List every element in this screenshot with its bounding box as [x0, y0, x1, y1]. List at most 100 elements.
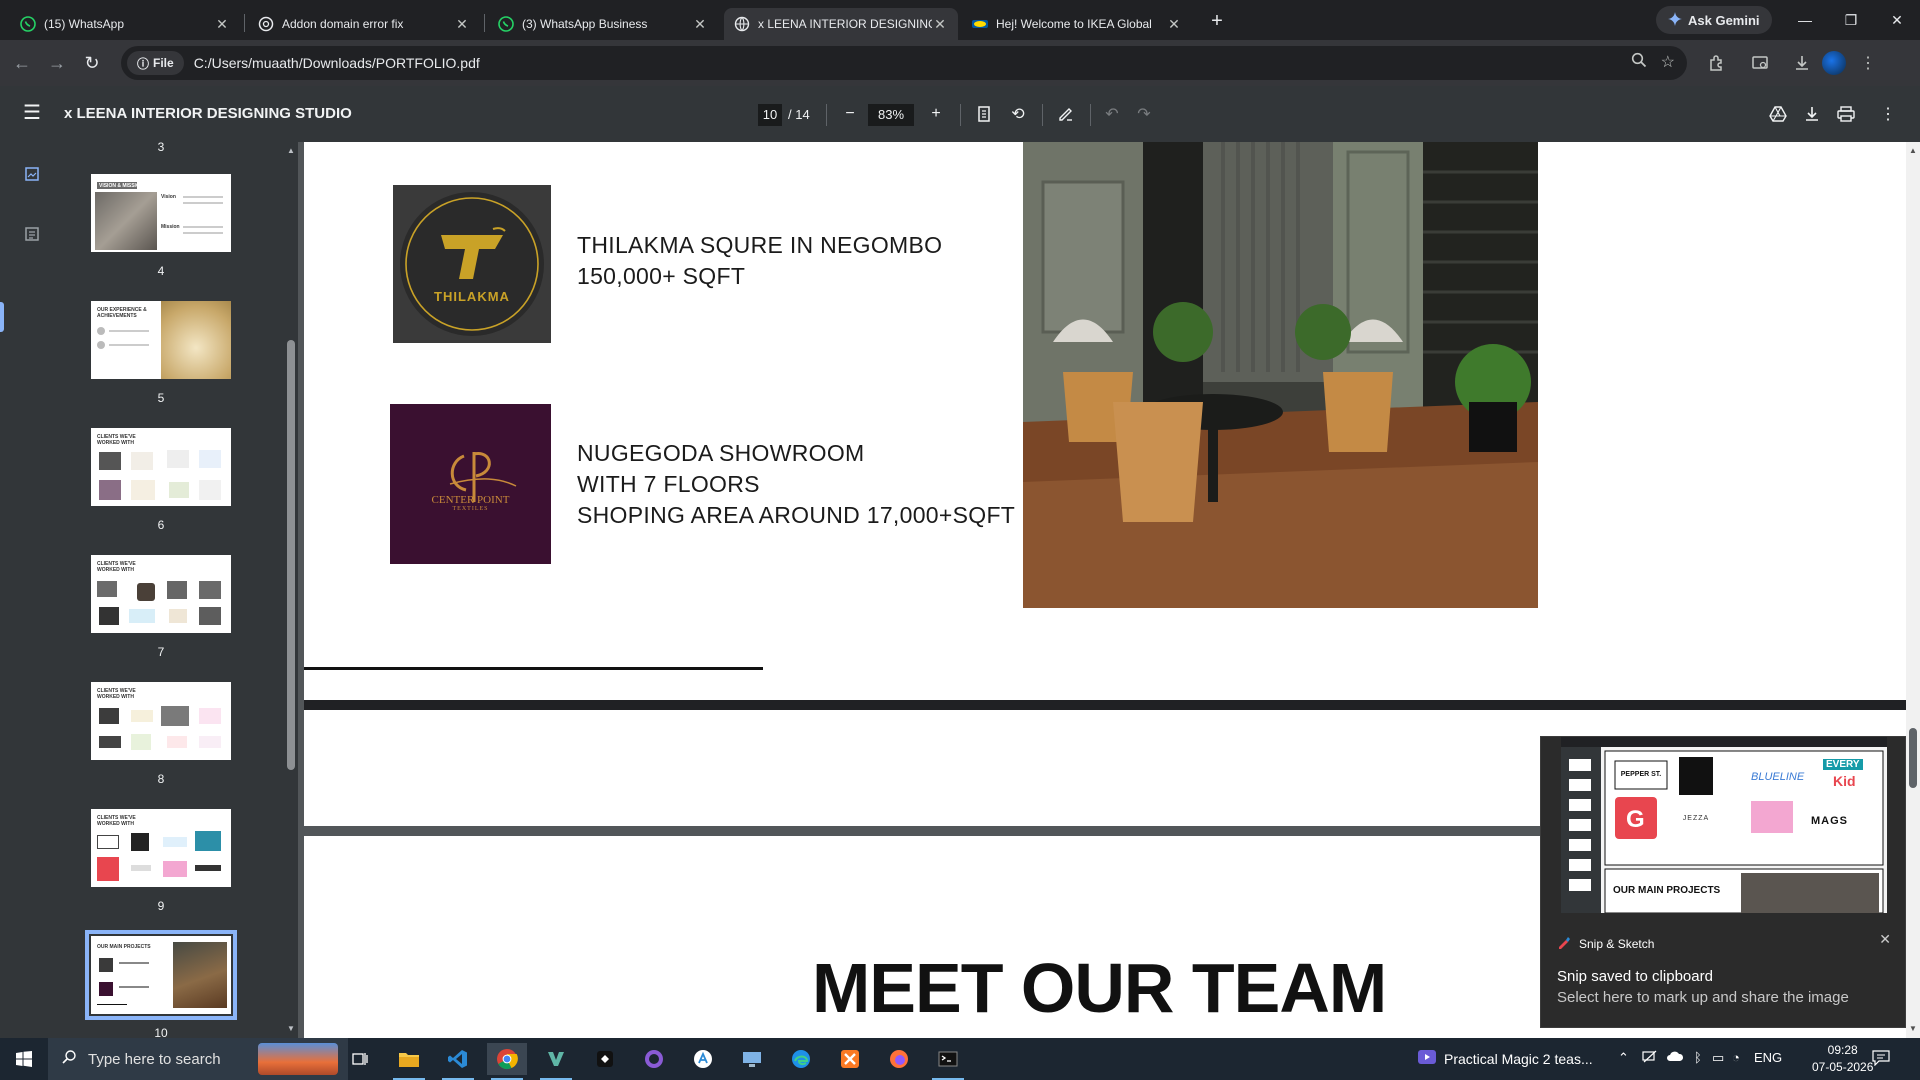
xampp-icon[interactable]: [830, 1043, 870, 1075]
tab-addon-domain[interactable]: Addon domain error fix ✕: [248, 8, 480, 40]
remote-desktop-icon[interactable]: [732, 1043, 772, 1075]
outline-view-icon[interactable]: [20, 222, 44, 246]
terminal-icon[interactable]: [928, 1043, 968, 1080]
app-store-icon[interactable]: [683, 1043, 723, 1075]
snip-sketch-notification[interactable]: G PEPPER ST. BLUELINE EVERY Kid JEZZA MA…: [1540, 736, 1906, 1028]
language-indicator[interactable]: ENG: [1754, 1050, 1782, 1065]
scroll-up-arrow[interactable]: ▲: [1908, 146, 1918, 156]
downloads-icon[interactable]: [1790, 51, 1814, 75]
redo-icon[interactable]: ↷: [1132, 102, 1156, 126]
tab-whatsapp[interactable]: (15) WhatsApp ✕: [10, 8, 240, 40]
center-point-logo: CENTER POINT TEXTILES: [390, 404, 551, 564]
thumbnail-scrollbar[interactable]: ▲ ▼: [284, 142, 298, 1038]
chrome-menu-icon[interactable]: ⋮: [1856, 51, 1880, 75]
scroll-down-arrow[interactable]: ▼: [286, 1024, 296, 1034]
fit-page-icon[interactable]: [972, 102, 996, 126]
github-desktop-icon[interactable]: [634, 1043, 674, 1075]
preview-banner-text: OUR MAIN PROJECTS: [1613, 885, 1721, 896]
zoom-out-icon[interactable]: −: [838, 102, 862, 126]
close-tab-icon[interactable]: ✕: [1166, 16, 1182, 33]
pdf-toolbar: ☰ x LEENA INTERIOR DESIGNING STUDIO 10 /…: [0, 86, 1920, 142]
address-bar[interactable]: ⓘ File C:/Users/muaath/Downloads/PORTFOL…: [121, 46, 1687, 80]
thumbnail-page-9[interactable]: CLIENTS WE'VE WORKED WITH: [91, 809, 231, 887]
action-center-icon[interactable]: [1872, 1050, 1890, 1069]
visual-studio-icon[interactable]: [536, 1043, 576, 1080]
new-tab-button[interactable]: +: [1205, 10, 1229, 34]
project-1-line: 150,000+ SQFT: [577, 263, 746, 289]
dark-app-icon[interactable]: [585, 1043, 625, 1075]
thumbnail-page-10[interactable]: OUR MAIN PROJECTS: [85, 930, 237, 1020]
minimize-button[interactable]: —: [1782, 6, 1828, 34]
search-highlight-image: [258, 1043, 338, 1075]
task-view-icon[interactable]: [340, 1043, 380, 1075]
battery-icon[interactable]: ▭: [1712, 1050, 1724, 1066]
start-windows-icon[interactable]: [0, 1038, 48, 1080]
media-title: Practical Magic 2 teas...: [1444, 1050, 1593, 1067]
print-icon[interactable]: [1834, 102, 1858, 126]
viewer-scrollbar-thumb[interactable]: [1909, 728, 1917, 788]
thumbnail-page-6[interactable]: CLIENTS WE'VE WORKED WITH: [91, 428, 231, 506]
scroll-up-arrow[interactable]: ▲: [286, 146, 296, 156]
site-info-chip[interactable]: ⓘ File: [127, 51, 184, 75]
zoom-level-input[interactable]: 83%: [868, 104, 914, 126]
file-explorer-icon[interactable]: [389, 1043, 429, 1080]
scroll-down-arrow[interactable]: ▼: [1908, 1024, 1918, 1034]
show-hidden-icons[interactable]: ⌃: [1618, 1050, 1629, 1066]
chrome-icon[interactable]: [487, 1043, 527, 1080]
zoom-icon[interactable]: [1631, 52, 1647, 73]
thumbnail-heading: OUR EXPERIENCE & ACHIEVEMENTS: [97, 307, 147, 319]
firefox-icon[interactable]: [879, 1043, 919, 1075]
thumbnail-page-number: 8: [157, 772, 165, 786]
tab-ikea[interactable]: Hej! Welcome to IKEA Global ✕: [962, 8, 1192, 40]
page-number-input[interactable]: 10: [758, 104, 782, 126]
tab-leena-portfolio[interactable]: x LEENA INTERIOR DESIGNING ✕: [724, 8, 958, 40]
extensions-icon[interactable]: [1705, 51, 1729, 75]
download-icon[interactable]: [1800, 102, 1824, 126]
rotate-icon[interactable]: ⟲: [1006, 102, 1030, 126]
pdf-more-menu-icon[interactable]: ⋮: [1876, 102, 1900, 126]
viewer-scrollbar[interactable]: ▲ ▼: [1906, 142, 1920, 1038]
thumbnail-page-number: 5: [157, 391, 165, 405]
close-tab-icon[interactable]: ✕: [214, 16, 230, 33]
thumbnail-page-8[interactable]: CLIENTS WE'VE WORKED WITH: [91, 682, 231, 760]
close-tab-icon[interactable]: ✕: [692, 16, 708, 33]
vscode-icon[interactable]: [438, 1043, 478, 1080]
rail-active-indicator: [0, 302, 4, 332]
tab-search-icon[interactable]: [1748, 51, 1772, 75]
thilakma-logo: THILAKMA: [393, 185, 551, 343]
back-button[interactable]: ←: [10, 51, 34, 75]
ask-gemini-label: Ask Gemini: [1688, 12, 1760, 28]
annotate-pen-icon[interactable]: [1054, 102, 1078, 126]
thumbnails-view-icon[interactable]: [20, 162, 44, 186]
thumbnail-page-5[interactable]: OUR EXPERIENCE & ACHIEVEMENTS: [91, 301, 231, 379]
project-2-line: NUGEGODA SHOWROOM: [577, 440, 865, 466]
tab-whatsapp-business[interactable]: (3) WhatsApp Business ✕: [488, 8, 718, 40]
onedrive-icon[interactable]: [1666, 1050, 1684, 1065]
ikea-icon: [972, 16, 988, 32]
close-tab-icon[interactable]: ✕: [454, 16, 470, 33]
bookmark-star-icon[interactable]: ☆: [1661, 52, 1675, 73]
reload-button[interactable]: ↻: [80, 51, 104, 75]
zoom-in-icon[interactable]: +: [924, 102, 948, 126]
forward-button[interactable]: →: [45, 51, 69, 75]
media-widget[interactable]: Practical Magic 2 teas...: [1418, 1050, 1593, 1067]
close-window-button[interactable]: ✕: [1874, 6, 1920, 34]
ask-gemini-button[interactable]: Ask Gemini: [1656, 6, 1772, 34]
wifi-icon[interactable]: ◔: [1732, 1050, 1740, 1065]
thumbnail-page-7[interactable]: CLIENTS WE'VE WORKED WITH: [91, 555, 231, 633]
network-icon[interactable]: [1642, 1050, 1658, 1067]
close-tab-icon[interactable]: ✕: [932, 16, 948, 33]
thumbnail-page-4[interactable]: VISION & MISSION Vision Mission: [91, 174, 231, 252]
thumbnail-scrollbar-thumb[interactable]: [287, 340, 295, 770]
save-to-drive-icon[interactable]: [1766, 102, 1790, 126]
restore-button[interactable]: ❐: [1828, 6, 1874, 34]
undo-icon[interactable]: ↶: [1100, 102, 1124, 126]
sidebar-toggle-menu-icon[interactable]: ☰: [20, 102, 44, 126]
edge-icon[interactable]: [781, 1043, 821, 1075]
profile-avatar[interactable]: [1822, 51, 1846, 75]
bluetooth-icon[interactable]: ᛒ: [1694, 1050, 1702, 1065]
close-notification-icon[interactable]: ✕: [1879, 931, 1891, 948]
tab-title: x LEENA INTERIOR DESIGNING: [758, 17, 932, 31]
taskbar-search-box[interactable]: Type here to search: [48, 1038, 348, 1080]
system-clock[interactable]: 09:28 07-05-2026: [1812, 1042, 1873, 1076]
